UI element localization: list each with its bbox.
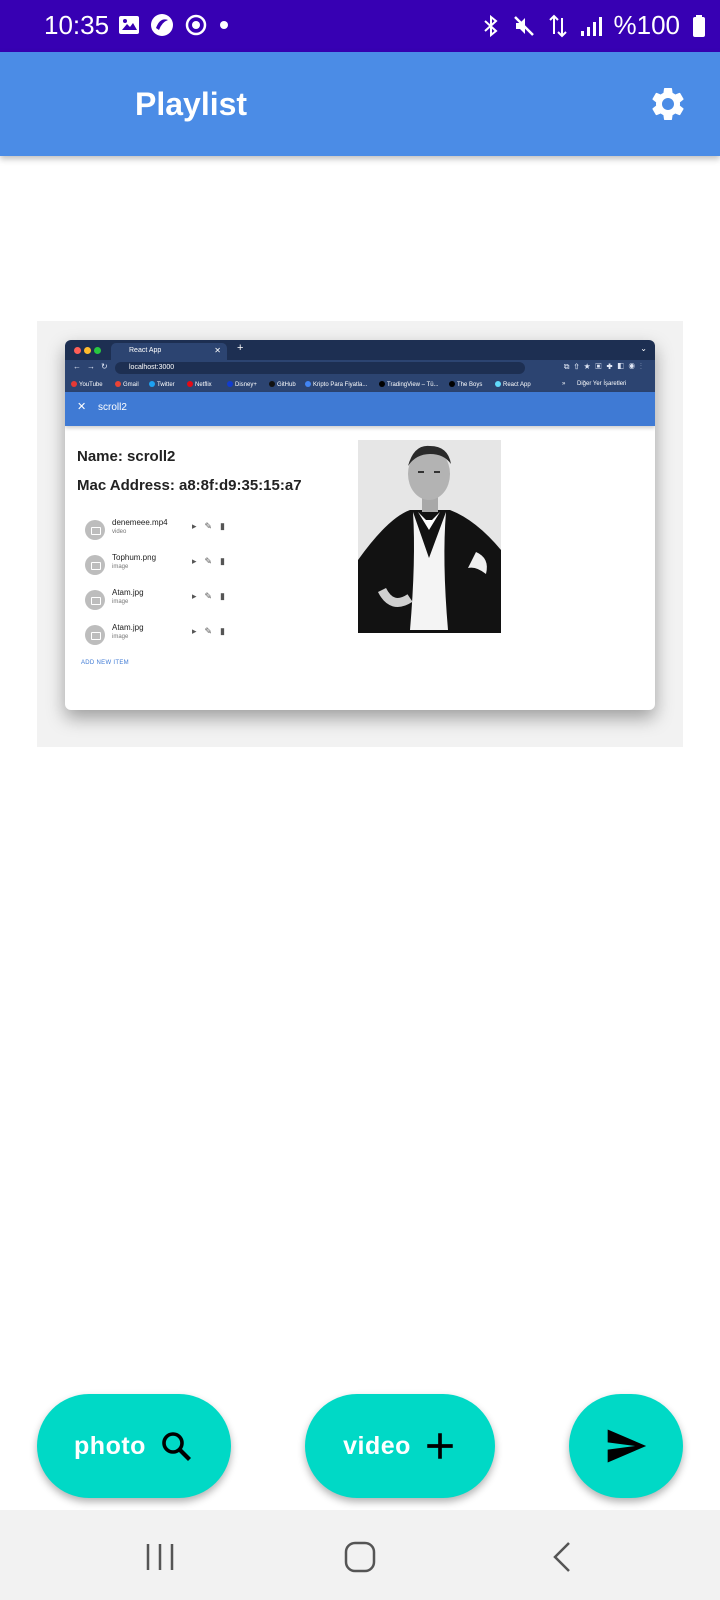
list-item: Atam.jpg image ▸✎▮ bbox=[85, 586, 255, 616]
status-time: 10:35 bbox=[44, 10, 110, 40]
item-name: denemeee.mp4 bbox=[112, 518, 168, 527]
sync-icon bbox=[185, 14, 207, 36]
new-tab-icon: + bbox=[237, 342, 244, 354]
back-button[interactable] bbox=[543, 1540, 583, 1574]
bookmark-kripto: Kripto Para Fiyatla... bbox=[305, 381, 367, 388]
battery-level: %100 bbox=[613, 10, 681, 40]
item-name: Atam.jpg bbox=[112, 623, 144, 632]
tab-list-chevron-icon: ⌄ bbox=[640, 344, 647, 353]
item-name: Atam.jpg bbox=[112, 588, 144, 597]
image-avatar-icon bbox=[85, 590, 105, 610]
video-button[interactable]: video bbox=[305, 1394, 495, 1498]
bookmarks-bar: YouTube Gmail Twitter Netflix Disney+ Gi… bbox=[65, 376, 655, 392]
system-navigation-bar bbox=[0, 1510, 720, 1600]
search-icon bbox=[162, 1432, 191, 1461]
bookmark-netflix: Netflix bbox=[187, 381, 212, 388]
item-type: image bbox=[112, 599, 129, 605]
data-transfer-icon bbox=[548, 14, 567, 37]
add-new-item-link: ADD NEW ITEM bbox=[81, 660, 129, 666]
browser-url: localhost:3000 bbox=[129, 364, 175, 371]
app-bar: Playlist bbox=[0, 52, 720, 156]
browser-nav-icons: ←→↻ bbox=[73, 362, 114, 371]
bookmark-gmail: Gmail bbox=[115, 381, 139, 388]
item-type: image bbox=[112, 564, 129, 570]
home-icon bbox=[344, 1541, 376, 1573]
image-avatar-icon bbox=[85, 625, 105, 645]
image-avatar-icon bbox=[85, 555, 105, 575]
back-icon bbox=[553, 1542, 570, 1572]
plus-icon bbox=[427, 1433, 453, 1459]
list-item: Atam.jpg image ▸✎▮ bbox=[85, 621, 255, 651]
item-actions-icons: ▸✎▮ bbox=[192, 556, 234, 566]
close-dot bbox=[74, 347, 81, 354]
minimize-dot bbox=[84, 347, 91, 354]
bookmark-youtube: YouTube bbox=[71, 381, 103, 388]
web-app-title: scroll2 bbox=[98, 402, 127, 413]
bookmarks-more: » bbox=[562, 381, 566, 387]
extension-icons: ⧉⇧★▣✚◧◉⋮ bbox=[563, 362, 647, 371]
item-actions-icons: ▸✎▮ bbox=[192, 591, 234, 601]
browser-tab-bar: React App ✕ + ⌄ bbox=[65, 340, 655, 360]
tab-close-icon: ✕ bbox=[214, 346, 221, 355]
signal-icon bbox=[580, 16, 602, 36]
list-item: denemeee.mp4 video ▸✎▮ bbox=[85, 516, 255, 546]
recents-icon bbox=[146, 1544, 174, 1570]
settings-button[interactable] bbox=[648, 84, 688, 124]
mute-icon bbox=[513, 15, 534, 36]
selected-photo-preview: React App ✕ + ⌄ ←→↻ localhost:3000 ⧉⇧★▣✚… bbox=[37, 321, 683, 747]
bluetooth-icon bbox=[483, 14, 498, 37]
status-bar: 10:35 %100 bbox=[0, 0, 720, 52]
item-type: image bbox=[112, 634, 129, 640]
maximize-dot bbox=[94, 347, 101, 354]
page-title: Playlist bbox=[135, 86, 248, 122]
bookmark-other: Diğer Yer İşaretleri bbox=[577, 381, 627, 387]
video-avatar-icon bbox=[85, 520, 105, 540]
notification-icons bbox=[118, 13, 230, 37]
bookmark-the-boys: The Boys bbox=[449, 381, 482, 388]
browser-window: React App ✕ + ⌄ ←→↻ localhost:3000 ⧉⇧★▣✚… bbox=[65, 340, 655, 710]
system-icons: %100 bbox=[482, 10, 707, 41]
item-type: video bbox=[112, 529, 127, 535]
omnibox: localhost:3000 bbox=[115, 362, 525, 374]
browser-tab: React App ✕ bbox=[111, 343, 227, 360]
recent-apps-button[interactable] bbox=[140, 1540, 180, 1574]
bookmark-react-app: React App bbox=[495, 381, 531, 388]
web-close-icon: ✕ bbox=[77, 401, 87, 413]
gear-icon bbox=[652, 87, 684, 120]
send-button[interactable] bbox=[569, 1394, 683, 1498]
device-name: Name: scroll2 bbox=[77, 448, 176, 465]
gallery-icon bbox=[119, 16, 139, 34]
bookmark-github: GitHub bbox=[269, 381, 296, 388]
turkcell-icon bbox=[151, 14, 173, 36]
dot-icon bbox=[220, 21, 228, 29]
send-icon bbox=[607, 1429, 647, 1463]
video-button-label: video bbox=[343, 1431, 411, 1460]
bookmark-twitter: Twitter bbox=[149, 381, 175, 388]
photo-button[interactable]: photo bbox=[37, 1394, 231, 1498]
bookmark-tradingview: TradingView – Tü... bbox=[379, 381, 439, 388]
item-actions-icons: ▸✎▮ bbox=[192, 521, 234, 531]
portrait-image bbox=[358, 440, 501, 633]
web-app-bar: ✕ scroll2 bbox=[65, 392, 655, 426]
bookmark-disney: Disney+ bbox=[227, 381, 257, 388]
item-name: Tophum.png bbox=[112, 553, 157, 562]
photo-button-label: photo bbox=[74, 1431, 146, 1460]
item-actions-icons: ▸✎▮ bbox=[192, 626, 234, 636]
browser-tab-title: React App bbox=[129, 347, 162, 354]
battery-icon bbox=[693, 14, 705, 37]
browser-url-bar: ←→↻ localhost:3000 ⧉⇧★▣✚◧◉⋮ bbox=[65, 360, 655, 376]
home-button[interactable] bbox=[340, 1540, 380, 1574]
mac-address: Mac Address: a8:8f:d9:35:15:a7 bbox=[77, 477, 302, 494]
list-item: Tophum.png image ▸✎▮ bbox=[85, 551, 255, 581]
